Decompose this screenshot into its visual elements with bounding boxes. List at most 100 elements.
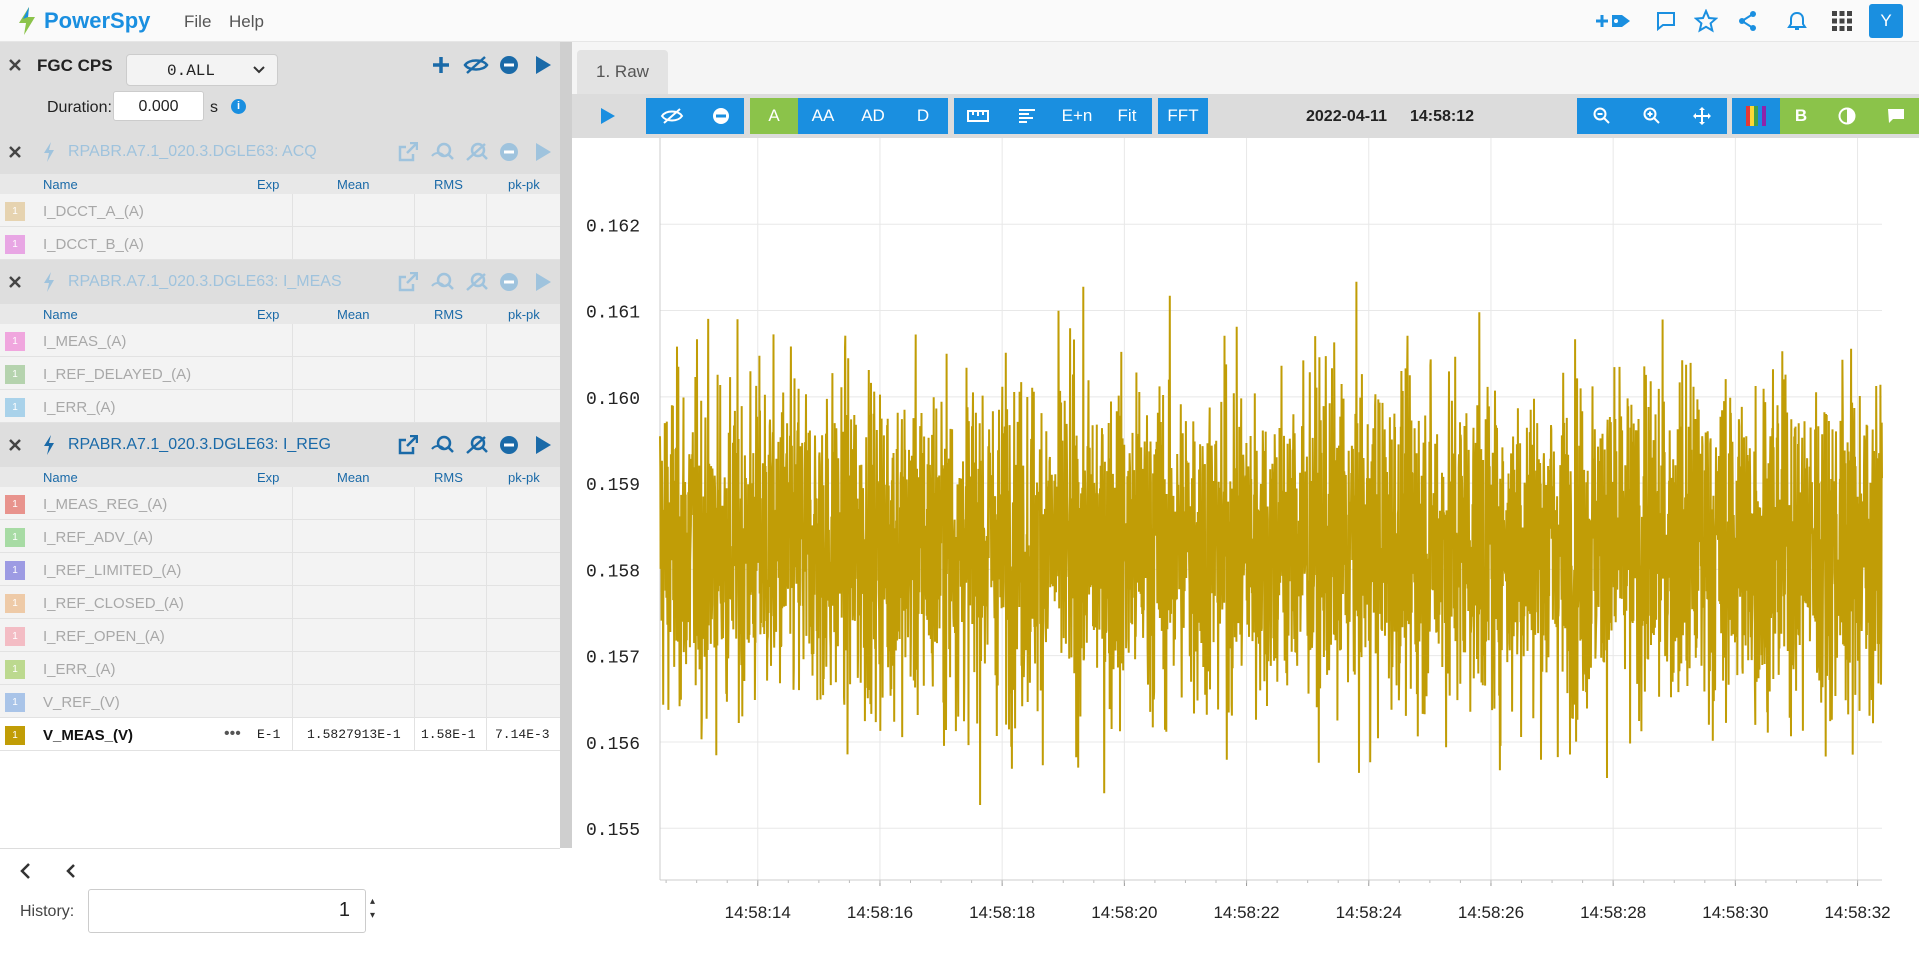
column-header-name[interactable]: Name — [43, 307, 78, 322]
open-external-icon[interactable] — [395, 269, 421, 295]
column-header-mean[interactable]: Mean — [337, 307, 370, 322]
find-off-icon[interactable] — [464, 432, 490, 458]
remove-icon[interactable] — [697, 98, 744, 134]
signal-color-swatch[interactable]: 1 — [5, 726, 25, 745]
add-tag-icon[interactable] — [1594, 8, 1634, 34]
chevron-left-small-icon[interactable] — [58, 858, 84, 884]
group-select[interactable]: 0.ALL — [126, 54, 278, 86]
chart-area[interactable]: 0.162 0.161 0.160 0.159 0.158 0.157 0.156 0.155… — [572, 138, 1919, 937]
column-header-exp[interactable]: Exp — [257, 307, 279, 322]
close-icon[interactable] — [2, 432, 28, 458]
waveform-chart[interactable]: 0.162 0.161 0.160 0.159 0.158 0.157 0.156 0.155… — [572, 138, 1919, 937]
signal-color-swatch[interactable]: 1 — [5, 594, 25, 613]
column-header-rms[interactable]: RMS — [434, 177, 463, 192]
play-icon[interactable] — [592, 98, 622, 134]
signal-color-swatch[interactable]: 1 — [5, 332, 25, 351]
column-header-pkpk[interactable]: pk-pk — [508, 177, 540, 192]
find-icon[interactable] — [430, 432, 456, 458]
fft-button[interactable]: FFT — [1158, 98, 1208, 134]
tab-raw[interactable]: 1. Raw — [577, 50, 668, 94]
close-icon[interactable] — [2, 52, 28, 78]
signal-row[interactable]: 1 V_MEAS_(V) ••• E-1 1.5827913E-1 1.58E-1 7.14… — [0, 718, 560, 751]
open-external-icon[interactable] — [395, 432, 421, 458]
signal-color-swatch[interactable]: 1 — [5, 627, 25, 646]
column-header-mean[interactable]: Mean — [337, 177, 370, 192]
column-header-pkpk[interactable]: pk-pk — [508, 307, 540, 322]
find-off-icon[interactable] — [464, 269, 490, 295]
color-palette-icon[interactable] — [1732, 98, 1780, 134]
signal-row[interactable]: 1 I_ERR_(A) — [0, 390, 560, 423]
fit-button[interactable]: Fit — [1102, 98, 1152, 134]
history-stepper-icon[interactable]: ▴ ▾ — [370, 895, 375, 923]
signal-row[interactable]: 1 I_REF_OPEN_(A) — [0, 619, 560, 652]
ruler-icon[interactable] — [954, 98, 1002, 134]
hide-all-icon[interactable] — [463, 52, 489, 78]
signal-color-swatch[interactable]: 1 — [5, 561, 25, 580]
mode-d-button[interactable]: D — [898, 98, 948, 134]
remove-group-icon[interactable] — [496, 52, 522, 78]
zoom-out-icon[interactable] — [1577, 98, 1627, 134]
mode-aa-button[interactable]: AA — [798, 98, 848, 134]
mode-a-button[interactable]: A — [750, 98, 798, 134]
column-header-rms[interactable]: RMS — [434, 470, 463, 485]
exponent-button[interactable]: E+n — [1052, 98, 1102, 134]
remove-device-icon[interactable] — [496, 269, 522, 295]
comment-icon[interactable] — [1652, 8, 1680, 34]
column-header-exp[interactable]: Exp — [257, 470, 279, 485]
column-header-mean[interactable]: Mean — [337, 470, 370, 485]
signal-row[interactable]: 1 I_REF_ADV_(A) — [0, 520, 560, 553]
signal-color-swatch[interactable]: 1 — [5, 693, 25, 712]
column-header-rms[interactable]: RMS — [434, 307, 463, 322]
play-group-icon[interactable] — [530, 52, 556, 78]
mode-ad-button[interactable]: AD — [848, 98, 898, 134]
hide-icon[interactable] — [646, 98, 697, 134]
find-icon[interactable] — [430, 139, 456, 165]
signal-row[interactable]: 1 I_REF_LIMITED_(A) — [0, 553, 560, 586]
open-external-icon[interactable] — [395, 139, 421, 165]
find-icon[interactable] — [430, 269, 456, 295]
play-device-icon[interactable] — [530, 269, 556, 295]
close-icon[interactable] — [2, 139, 28, 165]
signal-row[interactable]: 1 I_REF_DELAYED_(A) — [0, 357, 560, 390]
menu-help[interactable]: Help — [229, 12, 264, 32]
find-off-icon[interactable] — [464, 139, 490, 165]
apps-grid-icon[interactable] — [1828, 8, 1856, 34]
align-left-icon[interactable] — [1002, 98, 1052, 134]
signal-color-swatch[interactable]: 1 — [5, 365, 25, 384]
remove-device-icon[interactable] — [496, 139, 522, 165]
column-header-name[interactable]: Name — [43, 177, 78, 192]
menu-file[interactable]: File — [184, 12, 211, 32]
signal-color-swatch[interactable]: 1 — [5, 202, 25, 221]
signal-color-swatch[interactable]: 1 — [5, 495, 25, 514]
signal-row[interactable]: 1 I_MEAS_(A) — [0, 324, 560, 357]
signal-color-swatch[interactable]: 1 — [5, 660, 25, 679]
star-icon[interactable] — [1692, 8, 1720, 34]
column-header-exp[interactable]: Exp — [257, 177, 279, 192]
signal-row[interactable]: 1 I_DCCT_B_(A) — [0, 227, 560, 260]
signal-row[interactable]: 1 I_DCCT_A_(A) — [0, 194, 560, 227]
bell-icon[interactable] — [1783, 8, 1811, 34]
history-input[interactable]: 1 — [88, 889, 366, 933]
remove-device-icon[interactable] — [496, 432, 522, 458]
zoom-in-icon[interactable] — [1627, 98, 1677, 134]
bold-button[interactable]: B — [1780, 98, 1822, 134]
play-device-icon[interactable] — [530, 139, 556, 165]
signal-color-swatch[interactable]: 1 — [5, 398, 25, 417]
signal-row[interactable]: 1 I_ERR_(A) — [0, 652, 560, 685]
column-header-name[interactable]: Name — [43, 470, 78, 485]
info-icon[interactable]: i — [231, 99, 246, 114]
signal-row[interactable]: 1 V_REF_(V) — [0, 685, 560, 718]
chevron-left-icon[interactable] — [12, 858, 38, 884]
signal-row[interactable]: 1 I_REF_CLOSED_(A) — [0, 586, 560, 619]
user-avatar[interactable]: Y — [1869, 4, 1903, 38]
app-logo[interactable]: PowerSpy — [16, 6, 150, 36]
close-icon[interactable] — [2, 269, 28, 295]
add-signal-icon[interactable] — [428, 52, 454, 78]
panel-divider[interactable] — [560, 42, 572, 848]
duration-input[interactable]: 0.000 — [113, 91, 204, 121]
series-line-v-meas[interactable] — [659, 281, 1883, 806]
annotation-icon[interactable] — [1872, 98, 1919, 134]
signal-color-swatch[interactable]: 1 — [5, 235, 25, 254]
pan-icon[interactable] — [1677, 98, 1727, 134]
signal-color-swatch[interactable]: 1 — [5, 528, 25, 547]
